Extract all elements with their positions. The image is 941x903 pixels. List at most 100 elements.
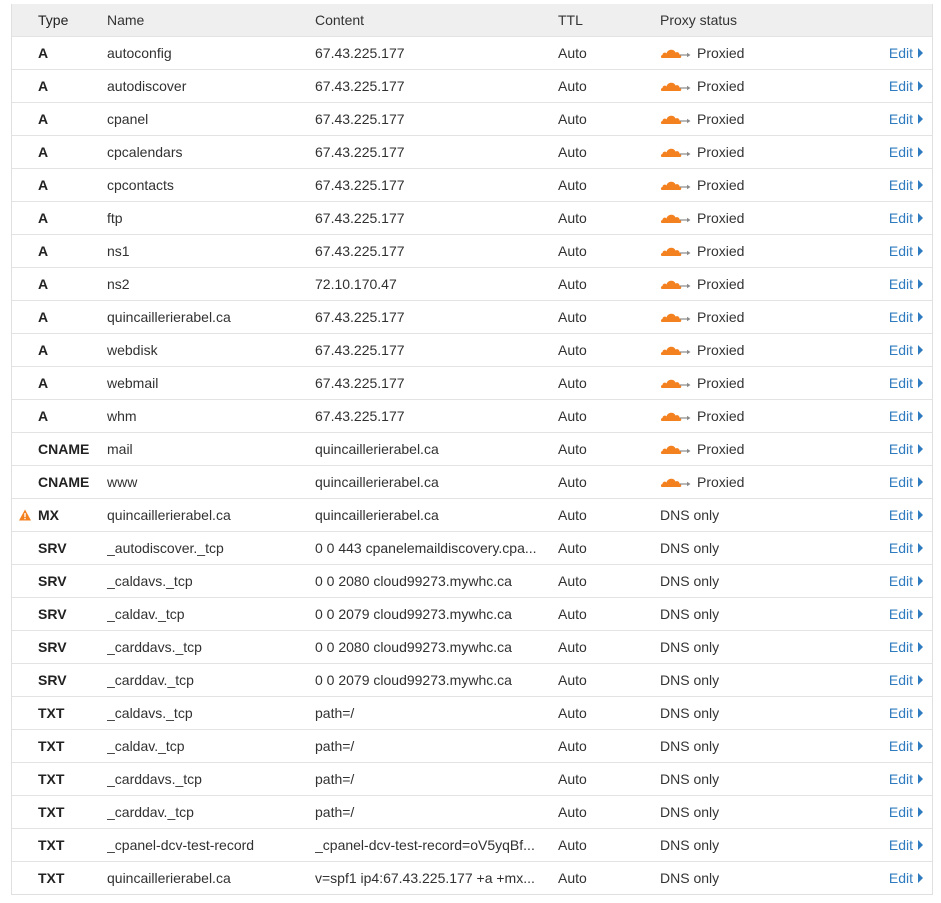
edit-link[interactable]: Edit [860,78,932,94]
edit-label[interactable]: Edit [889,45,913,61]
column-header-ttl[interactable]: TTL [557,12,660,28]
table-row[interactable]: TXT _carddavs._tcp path=/ Auto DNS only Edit [12,762,932,795]
table-row[interactable]: Acpanel 67.43.225.177 Auto Proxied Edit [12,102,932,135]
edit-link[interactable]: Edit [860,276,932,292]
table-row[interactable]: Aautoconfig 67.43.225.177 Auto Proxied Edit [12,36,932,69]
caret-right-icon[interactable] [918,81,923,91]
edit-label[interactable]: Edit [889,507,913,523]
edit-label[interactable]: Edit [889,276,913,292]
edit-label[interactable]: Edit [889,309,913,325]
table-row[interactable]: Ans1 67.43.225.177 Auto Proxied Edit [12,234,932,267]
table-row[interactable]: Aftp 67.43.225.177 Auto Proxied Edit [12,201,932,234]
edit-link[interactable]: Edit [860,771,932,787]
caret-right-icon[interactable] [918,840,923,850]
table-row[interactable]: Awebmail 67.43.225.177 Auto Proxied Edit [12,366,932,399]
caret-right-icon[interactable] [918,147,923,157]
edit-link[interactable]: Edit [860,210,932,226]
column-header-type[interactable]: Type [12,12,107,28]
edit-label[interactable]: Edit [889,144,913,160]
edit-link[interactable]: Edit [860,177,932,193]
edit-label[interactable]: Edit [889,573,913,589]
caret-right-icon[interactable] [918,873,923,883]
table-row[interactable]: Acpcalendars 67.43.225.177 Auto Proxied Edit [12,135,932,168]
edit-link[interactable]: Edit [860,474,932,490]
edit-label[interactable]: Edit [889,375,913,391]
caret-right-icon[interactable] [918,114,923,124]
edit-link[interactable]: Edit [860,309,932,325]
edit-label[interactable]: Edit [889,639,913,655]
table-row[interactable]: TXT _caldav._tcp path=/ Auto DNS only Edit [12,729,932,762]
table-row[interactable]: SRV _caldav._tcp 0 0 2079 cloud99273.mywhc… [12,597,932,630]
edit-label[interactable]: Edit [889,243,913,259]
table-row[interactable]: CNAME www quincaillerierabel.ca Auto Proxied… [12,465,932,498]
caret-right-icon[interactable] [918,345,923,355]
table-row[interactable]: TXT _caldavs._tcp path=/ Auto DNS only Edit [12,696,932,729]
table-row[interactable]: SRV _autodiscover._tcp 0 0 443 cpanelemail… [12,531,932,564]
caret-right-icon[interactable] [918,642,923,652]
edit-label[interactable]: Edit [889,408,913,424]
edit-label[interactable]: Edit [889,804,913,820]
caret-right-icon[interactable] [918,609,923,619]
caret-right-icon[interactable] [918,312,923,322]
edit-label[interactable]: Edit [889,738,913,754]
edit-link[interactable]: Edit [860,540,932,556]
column-header-name[interactable]: Name [107,12,315,28]
table-row[interactable]: Awhm 67.43.225.177 Auto Proxied Edit [12,399,932,432]
caret-right-icon[interactable] [918,444,923,454]
caret-right-icon[interactable] [918,378,923,388]
caret-right-icon[interactable] [918,708,923,718]
edit-label[interactable]: Edit [889,342,913,358]
edit-label[interactable]: Edit [889,540,913,556]
caret-right-icon[interactable] [918,510,923,520]
edit-label[interactable]: Edit [889,771,913,787]
edit-link[interactable]: Edit [860,441,932,457]
table-row[interactable]: SRV _carddav._tcp 0 0 2079 cloud99273.mywh… [12,663,932,696]
edit-link[interactable]: Edit [860,408,932,424]
column-header-proxy-status[interactable]: Proxy status [660,12,860,28]
edit-link[interactable]: Edit [860,672,932,688]
caret-right-icon[interactable] [918,543,923,553]
table-row[interactable]: Ans2 72.10.170.47 Auto Proxied Edit [12,267,932,300]
caret-right-icon[interactable] [918,807,923,817]
edit-label[interactable]: Edit [889,111,913,127]
edit-link[interactable]: Edit [860,144,932,160]
edit-label[interactable]: Edit [889,606,913,622]
edit-link[interactable]: Edit [860,804,932,820]
table-row[interactable]: Aautodiscover 67.43.225.177 Auto Proxied Edi… [12,69,932,102]
edit-link[interactable]: Edit [860,606,932,622]
caret-right-icon[interactable] [918,246,923,256]
edit-link[interactable]: Edit [860,837,932,853]
table-row[interactable]: MX quincaillerierabel.ca quincaillerierabe… [12,498,932,531]
edit-label[interactable]: Edit [889,672,913,688]
table-row[interactable]: Awebdisk 67.43.225.177 Auto Proxied Edit [12,333,932,366]
edit-link[interactable]: Edit [860,573,932,589]
edit-label[interactable]: Edit [889,837,913,853]
edit-link[interactable]: Edit [860,243,932,259]
caret-right-icon[interactable] [918,48,923,58]
caret-right-icon[interactable] [918,675,923,685]
caret-right-icon[interactable] [918,477,923,487]
table-row[interactable]: TXT quincaillerierabel.ca v=spf1 ip4:67.43… [12,861,932,894]
edit-link[interactable]: Edit [860,705,932,721]
caret-right-icon[interactable] [918,213,923,223]
edit-link[interactable]: Edit [860,342,932,358]
edit-link[interactable]: Edit [860,45,932,61]
edit-label[interactable]: Edit [889,441,913,457]
caret-right-icon[interactable] [918,180,923,190]
edit-link[interactable]: Edit [860,111,932,127]
table-row[interactable]: TXT _carddav._tcp path=/ Auto DNS only Edit [12,795,932,828]
edit-label[interactable]: Edit [889,870,913,886]
table-row[interactable]: TXT _cpanel-dcv-test-record _cpanel-dcv-te… [12,828,932,861]
caret-right-icon[interactable] [918,576,923,586]
edit-link[interactable]: Edit [860,639,932,655]
edit-label[interactable]: Edit [889,78,913,94]
table-row[interactable]: SRV _caldavs._tcp 0 0 2080 cloud99273.mywh… [12,564,932,597]
caret-right-icon[interactable] [918,279,923,289]
caret-right-icon[interactable] [918,774,923,784]
edit-label[interactable]: Edit [889,210,913,226]
edit-link[interactable]: Edit [860,507,932,523]
edit-link[interactable]: Edit [860,870,932,886]
edit-label[interactable]: Edit [889,705,913,721]
caret-right-icon[interactable] [918,411,923,421]
table-row[interactable]: SRV _carddavs._tcp 0 0 2080 cloud99273.myw… [12,630,932,663]
